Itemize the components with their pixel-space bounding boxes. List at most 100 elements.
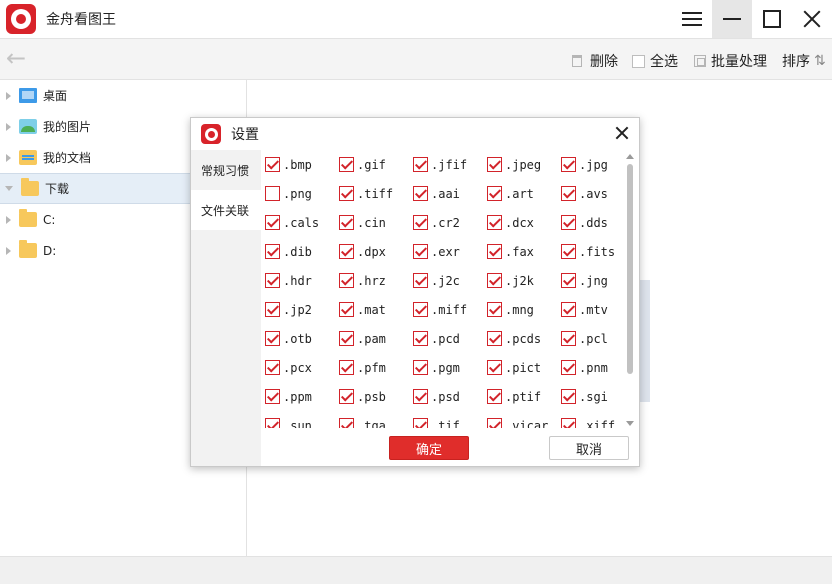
scroll-up-arrow-icon[interactable] [626, 154, 634, 159]
format-option[interactable]: .pgm [411, 353, 485, 382]
tab-general[interactable]: 常规习惯 [191, 150, 261, 190]
format-option[interactable]: .jng [559, 266, 629, 295]
format-checkbox[interactable] [487, 418, 502, 428]
format-option[interactable]: .pcx [263, 353, 337, 382]
format-checkbox[interactable] [339, 273, 354, 288]
format-option[interactable]: .ppm [263, 382, 337, 411]
format-option[interactable]: .j2c [411, 266, 485, 295]
format-option[interactable]: .tiff [337, 179, 411, 208]
format-checkbox[interactable] [487, 157, 502, 172]
select-all-button[interactable]: 全选 [632, 51, 678, 71]
format-option[interactable]: .psd [411, 382, 485, 411]
scroll-down-arrow-icon[interactable] [626, 421, 634, 426]
format-option[interactable]: .gif [337, 150, 411, 179]
format-option[interactable]: .psb [337, 382, 411, 411]
format-option[interactable]: .mat [337, 295, 411, 324]
format-option[interactable]: .dcx [485, 208, 559, 237]
format-option[interactable]: .hrz [337, 266, 411, 295]
batch-process-button[interactable]: 批量处理 [694, 51, 767, 71]
format-option[interactable]: .mtv [559, 295, 629, 324]
format-option[interactable]: .jpg [559, 150, 629, 179]
ok-button[interactable]: 确定 [389, 436, 469, 460]
expand-arrow-icon[interactable] [6, 91, 11, 100]
format-option[interactable]: .pfm [337, 353, 411, 382]
background-scrollbar[interactable] [640, 280, 650, 402]
format-checkbox[interactable] [339, 157, 354, 172]
format-option[interactable]: .miff [411, 295, 485, 324]
format-checkbox[interactable] [487, 215, 502, 230]
format-option[interactable]: .ptif [485, 382, 559, 411]
format-option[interactable]: .exr [411, 237, 485, 266]
format-option[interactable]: .bmp [263, 150, 337, 179]
format-checkbox[interactable] [339, 389, 354, 404]
format-checkbox[interactable] [487, 360, 502, 375]
format-checkbox[interactable] [339, 244, 354, 259]
format-list-scrollbar[interactable] [625, 154, 635, 426]
format-checkbox[interactable] [339, 302, 354, 317]
expand-arrow-icon[interactable] [6, 246, 11, 255]
format-checkbox[interactable] [265, 331, 280, 346]
format-checkbox[interactable] [339, 186, 354, 201]
format-checkbox[interactable] [561, 389, 576, 404]
tree-item-desktop[interactable]: 桌面 [0, 80, 246, 111]
format-checkbox[interactable] [413, 186, 428, 201]
format-option[interactable]: .xiff [559, 411, 629, 428]
delete-button[interactable]: 删除 [572, 51, 618, 71]
format-checkbox[interactable] [413, 331, 428, 346]
format-option[interactable]: .pict [485, 353, 559, 382]
back-arrow-icon[interactable]: ← [6, 46, 32, 71]
format-option[interactable]: .pnm [559, 353, 629, 382]
format-checkbox[interactable] [561, 331, 576, 346]
format-checkbox[interactable] [339, 360, 354, 375]
format-option[interactable]: .sgi [559, 382, 629, 411]
cancel-button[interactable]: 取消 [549, 436, 629, 460]
format-option[interactable]: .aai [411, 179, 485, 208]
format-checkbox[interactable] [265, 215, 280, 230]
format-checkbox[interactable] [561, 244, 576, 259]
format-checkbox[interactable] [339, 418, 354, 428]
format-checkbox[interactable] [561, 273, 576, 288]
format-option[interactable]: .hdr [263, 266, 337, 295]
select-all-checkbox[interactable] [632, 54, 645, 68]
format-checkbox[interactable] [413, 244, 428, 259]
format-option[interactable]: .cr2 [411, 208, 485, 237]
sort-button[interactable]: 排序 ⇅ [782, 51, 826, 71]
format-checkbox[interactable] [265, 360, 280, 375]
format-checkbox[interactable] [413, 302, 428, 317]
format-option[interactable]: .fits [559, 237, 629, 266]
format-checkbox[interactable] [339, 331, 354, 346]
format-checkbox[interactable] [561, 360, 576, 375]
format-option[interactable]: .pcl [559, 324, 629, 353]
format-checkbox[interactable] [265, 302, 280, 317]
menu-button[interactable] [672, 0, 712, 38]
format-option[interactable]: .jp2 [263, 295, 337, 324]
format-option[interactable]: .dds [559, 208, 629, 237]
format-option[interactable]: .pcds [485, 324, 559, 353]
format-option[interactable]: .tga [337, 411, 411, 428]
format-checkbox[interactable] [561, 157, 576, 172]
format-option[interactable]: .fax [485, 237, 559, 266]
format-checkbox[interactable] [561, 215, 576, 230]
format-checkbox[interactable] [265, 157, 280, 172]
format-checkbox[interactable] [265, 389, 280, 404]
expand-arrow-icon[interactable] [6, 153, 11, 162]
format-option[interactable]: .jfif [411, 150, 485, 179]
format-checkbox[interactable] [413, 215, 428, 230]
format-checkbox[interactable] [487, 302, 502, 317]
format-checkbox[interactable] [413, 157, 428, 172]
format-option[interactable]: .dpx [337, 237, 411, 266]
format-checkbox[interactable] [487, 244, 502, 259]
format-checkbox[interactable] [265, 244, 280, 259]
format-checkbox[interactable] [265, 186, 280, 201]
format-option[interactable]: .tif [411, 411, 485, 428]
format-option[interactable]: .cin [337, 208, 411, 237]
minimize-button[interactable] [712, 0, 752, 38]
maximize-button[interactable] [752, 0, 792, 38]
format-checkbox[interactable] [561, 302, 576, 317]
format-checkbox[interactable] [561, 418, 576, 428]
format-option[interactable]: .otb [263, 324, 337, 353]
expand-arrow-icon[interactable] [6, 215, 11, 224]
format-option[interactable]: .sun [263, 411, 337, 428]
format-option[interactable]: .pcd [411, 324, 485, 353]
close-button[interactable] [792, 0, 832, 38]
